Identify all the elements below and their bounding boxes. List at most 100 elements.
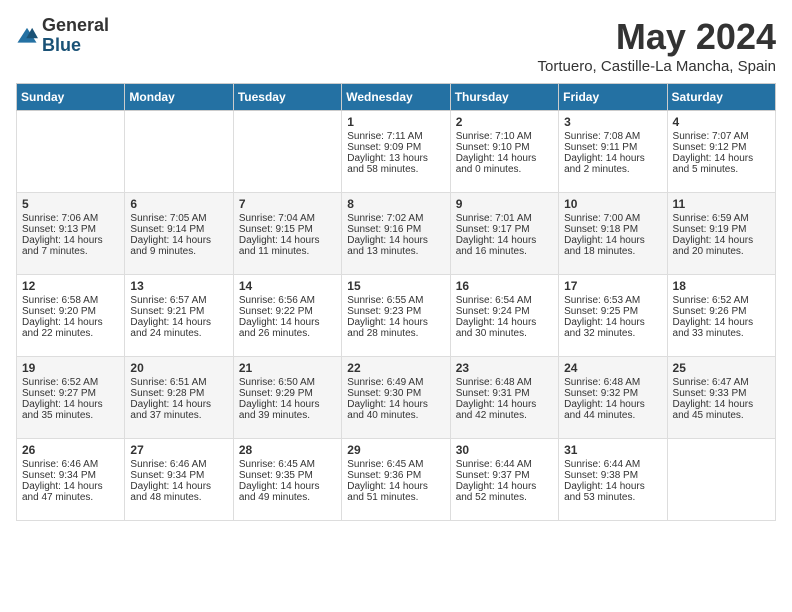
calendar-cell: 19Sunrise: 6:52 AMSunset: 9:27 PMDayligh… xyxy=(17,357,125,439)
calendar-cell: 25Sunrise: 6:47 AMSunset: 9:33 PMDayligh… xyxy=(667,357,775,439)
day-number: 10 xyxy=(564,197,661,211)
day-number: 7 xyxy=(239,197,336,211)
day-info: Sunset: 9:30 PM xyxy=(347,388,444,399)
day-number: 18 xyxy=(673,279,770,293)
calendar-cell: 8Sunrise: 7:02 AMSunset: 9:16 PMDaylight… xyxy=(342,193,450,275)
day-info: Sunset: 9:23 PM xyxy=(347,306,444,317)
day-info: Sunset: 9:26 PM xyxy=(673,306,770,317)
day-info: Sunset: 9:34 PM xyxy=(22,470,119,481)
day-info: Daylight: 14 hours and 7 minutes. xyxy=(22,235,119,257)
day-info: Sunrise: 6:53 AM xyxy=(564,295,661,306)
logo-general-text: General xyxy=(42,16,109,36)
day-number: 30 xyxy=(456,443,553,457)
day-info: Sunrise: 6:44 AM xyxy=(564,459,661,470)
calendar-cell: 15 Sunrise: 6:55 AMSunset: 9:23 PMDayligh… xyxy=(342,275,450,357)
day-info: Daylight: 14 hours and 49 minutes. xyxy=(239,481,336,503)
day-info: Daylight: 13 hours and 58 minutes. xyxy=(347,153,444,175)
calendar-cell: 3Sunrise: 7:08 AMSunset: 9:11 PMDaylight… xyxy=(559,111,667,193)
day-info: Daylight: 14 hours and 28 minutes. xyxy=(347,317,444,339)
weekday-header-thursday: Thursday xyxy=(450,84,558,111)
day-info: Sunset: 9:38 PM xyxy=(564,470,661,481)
day-number: 3 xyxy=(564,115,661,129)
calendar-cell: 9Sunrise: 7:01 AMSunset: 9:17 PMDaylight… xyxy=(450,193,558,275)
day-info: Sunrise: 6:56 AM xyxy=(239,295,336,306)
day-info: Daylight: 14 hours and 9 minutes. xyxy=(130,235,227,257)
day-number: 15 xyxy=(347,279,444,293)
day-info: Sunrise: 7:11 AM xyxy=(347,131,444,142)
calendar-cell: 4Sunrise: 7:07 AMSunset: 9:12 PMDaylight… xyxy=(667,111,775,193)
month-title: May 2024 xyxy=(538,16,776,58)
calendar-week-row: 12Sunrise: 6:58 AMSunset: 9:20 PMDayligh… xyxy=(17,275,776,357)
calendar-cell: 13Sunrise: 6:57 AMSunset: 9:21 PMDayligh… xyxy=(125,275,233,357)
day-info: Daylight: 14 hours and 11 minutes. xyxy=(239,235,336,257)
day-info: Sunset: 9:11 PM xyxy=(564,142,661,153)
day-number: 21 xyxy=(239,361,336,375)
day-info: Daylight: 14 hours and 20 minutes. xyxy=(673,235,770,257)
day-number: 24 xyxy=(564,361,661,375)
calendar-cell: 27Sunrise: 6:46 AMSunset: 9:34 PMDayligh… xyxy=(125,439,233,521)
day-info: Sunset: 9:33 PM xyxy=(673,388,770,399)
day-info: Daylight: 14 hours and 33 minutes. xyxy=(673,317,770,339)
day-info: Sunrise: 6:45 AM xyxy=(239,459,336,470)
calendar-cell: 29Sunrise: 6:45 AMSunset: 9:36 PMDayligh… xyxy=(342,439,450,521)
calendar-week-row: 5Sunrise: 7:06 AMSunset: 9:13 PMDaylight… xyxy=(17,193,776,275)
day-number: 22 xyxy=(347,361,444,375)
day-info: Sunrise: 7:02 AM xyxy=(347,213,444,224)
day-info: Sunrise: 6:57 AM xyxy=(130,295,227,306)
day-number: 19 xyxy=(22,361,119,375)
calendar-cell: 1 Sunrise: 7:11 AMSunset: 9:09 PMDaylight… xyxy=(342,111,450,193)
day-info: Sunset: 9:35 PM xyxy=(239,470,336,481)
day-info: Daylight: 14 hours and 44 minutes. xyxy=(564,399,661,421)
day-number: 9 xyxy=(456,197,553,211)
day-info: Sunrise: 7:05 AM xyxy=(130,213,227,224)
day-info: Daylight: 14 hours and 51 minutes. xyxy=(347,481,444,503)
day-number: 12 xyxy=(22,279,119,293)
day-info: Sunrise: 6:55 AM xyxy=(347,295,444,306)
calendar-cell: 2Sunrise: 7:10 AMSunset: 9:10 PMDaylight… xyxy=(450,111,558,193)
day-info: Sunset: 9:18 PM xyxy=(564,224,661,235)
day-info: Sunset: 9:09 PM xyxy=(347,142,444,153)
day-number: 27 xyxy=(130,443,227,457)
day-info: Daylight: 14 hours and 42 minutes. xyxy=(456,399,553,421)
day-info: Daylight: 14 hours and 37 minutes. xyxy=(130,399,227,421)
day-number: 17 xyxy=(564,279,661,293)
day-info: Sunrise: 6:49 AM xyxy=(347,377,444,388)
day-info: Sunset: 9:21 PM xyxy=(130,306,227,317)
logo: General Blue xyxy=(16,16,109,56)
day-info: Sunset: 9:16 PM xyxy=(347,224,444,235)
calendar-cell: 17 Sunrise: 6:53 AMSunset: 9:25 PMDayligh… xyxy=(559,275,667,357)
calendar-cell: 10Sunrise: 7:00 AMSunset: 9:18 PMDayligh… xyxy=(559,193,667,275)
day-info: Daylight: 14 hours and 47 minutes. xyxy=(22,481,119,503)
calendar-cell: 20 Sunrise: 6:51 AMSunset: 9:28 PMDayligh… xyxy=(125,357,233,439)
calendar-cell xyxy=(17,111,125,193)
day-info: Daylight: 14 hours and 0 minutes. xyxy=(456,153,553,175)
day-number: 14 xyxy=(239,279,336,293)
day-info: Daylight: 14 hours and 45 minutes. xyxy=(673,399,770,421)
day-info: Sunrise: 6:58 AM xyxy=(22,295,119,306)
day-info: Daylight: 14 hours and 32 minutes. xyxy=(564,317,661,339)
day-number: 25 xyxy=(673,361,770,375)
day-info: Daylight: 14 hours and 48 minutes. xyxy=(130,481,227,503)
day-info: Sunrise: 6:52 AM xyxy=(673,295,770,306)
calendar-week-row: 26Sunrise: 6:46 AMSunset: 9:34 PMDayligh… xyxy=(17,439,776,521)
calendar-cell: 6Sunrise: 7:05 AMSunset: 9:14 PMDaylight… xyxy=(125,193,233,275)
calendar-cell: 14Sunrise: 6:56 AMSunset: 9:22 PMDayligh… xyxy=(233,275,341,357)
day-info: Sunset: 9:14 PM xyxy=(130,224,227,235)
day-info: Daylight: 14 hours and 24 minutes. xyxy=(130,317,227,339)
weekday-header-wednesday: Wednesday xyxy=(342,84,450,111)
day-info: Daylight: 14 hours and 22 minutes. xyxy=(22,317,119,339)
day-info: Sunset: 9:28 PM xyxy=(130,388,227,399)
day-info: Sunrise: 6:51 AM xyxy=(130,377,227,388)
day-info: Sunrise: 7:01 AM xyxy=(456,213,553,224)
calendar-week-row: 19Sunrise: 6:52 AMSunset: 9:27 PMDayligh… xyxy=(17,357,776,439)
day-info: Sunset: 9:27 PM xyxy=(22,388,119,399)
day-number: 28 xyxy=(239,443,336,457)
day-info: Daylight: 14 hours and 39 minutes. xyxy=(239,399,336,421)
day-number: 1 xyxy=(347,115,444,129)
day-number: 20 xyxy=(130,361,227,375)
day-info: Sunrise: 6:48 AM xyxy=(456,377,553,388)
weekday-header-row: SundayMondayTuesdayWednesdayThursdayFrid… xyxy=(17,84,776,111)
day-info: Daylight: 14 hours and 53 minutes. xyxy=(564,481,661,503)
day-info: Sunset: 9:25 PM xyxy=(564,306,661,317)
calendar-cell: 21Sunrise: 6:50 AMSunset: 9:29 PMDayligh… xyxy=(233,357,341,439)
